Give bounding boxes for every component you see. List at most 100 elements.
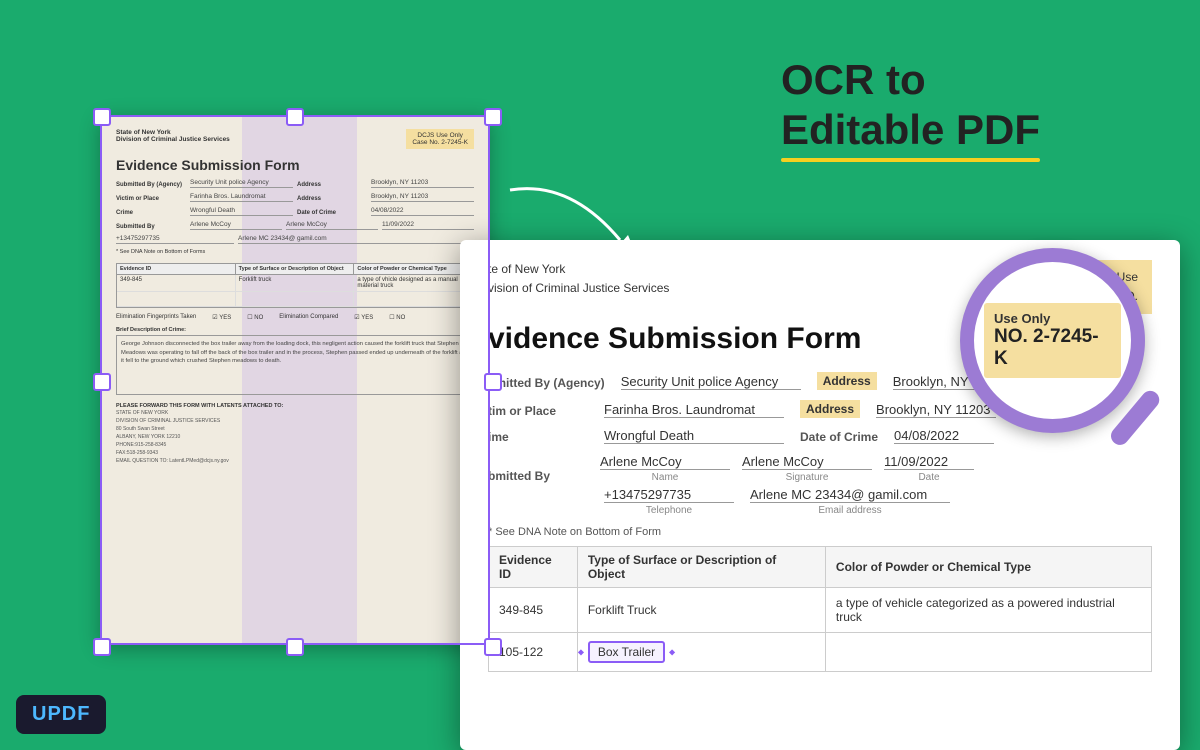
large-sig-value: Arlene McCoy <box>742 454 872 470</box>
small-td-color: a type of vhicle designed as a manual ma… <box>354 275 473 291</box>
small-sig-value: Arlene McCoy <box>286 221 378 230</box>
small-evidence-table: Evidence ID Type of Surface or Descripti… <box>116 263 474 308</box>
large-submitted-label: bmitted By (Agency) <box>488 376 605 390</box>
small-th-2: Type of Surface or Description of Object <box>236 264 355 274</box>
table-row <box>117 292 473 307</box>
small-dna-note: * See DNA Note on Bottom of Forms <box>116 249 474 255</box>
small-crime-label: Crime <box>116 210 186 216</box>
small-td-type: Forklift truck <box>236 275 355 291</box>
ocr-title-line1: OCR to <box>781 56 926 103</box>
small-date-value: 11/09/2022 <box>382 221 474 230</box>
small-email-value: Arlene MC 23434@ gamil.com <box>238 235 474 244</box>
small-submitted-value: Security Unit police Agency <box>190 179 293 188</box>
box-trailer-highlight: Box Trailer <box>588 641 665 663</box>
small-address-label1: Address <box>297 182 367 188</box>
small-description: George Johnson disconnected the box trai… <box>116 335 474 395</box>
handle-top-right[interactable] <box>484 108 502 126</box>
large-crime-value: Wrongful Death <box>604 428 784 444</box>
small-dcjs-label: DCJS Use Only <box>412 132 468 139</box>
large-sig-sublabel: Signature <box>742 472 872 483</box>
small-td-id: 349-845 <box>117 275 236 291</box>
small-address-block: STATE OF NEW YORK DIVISION OF CRIMINAL J… <box>116 409 474 465</box>
small-no-1: ☐ NO <box>247 314 263 321</box>
handle-bottom-right[interactable] <box>484 638 502 656</box>
small-desc-label: Brief Description of Crime: <box>116 327 474 333</box>
small-yes-2: ☑ YES <box>354 314 373 321</box>
large-address-label1: Address <box>817 372 877 390</box>
small-case-box: DCJS Use Only Case No. 2-7245-K <box>406 129 474 149</box>
handle-bottom-mid[interactable] <box>286 638 304 656</box>
large-address-label2: Address <box>800 400 860 418</box>
small-submitted-by2-label: Submitted By <box>116 224 186 230</box>
small-crime-value: Wrongful Death <box>190 207 293 216</box>
small-doc-content: State of New York Division of Criminal J… <box>102 117 488 477</box>
small-yes-1: ☑ YES <box>212 314 231 321</box>
large-email-sublabel: Email address <box>750 505 950 516</box>
large-date-sublabel: Date <box>884 472 974 483</box>
large-victim-value: Farinha Bros. Laundromat <box>604 402 784 418</box>
handle-left-mid[interactable] <box>93 373 111 391</box>
small-state: State of New York <box>116 129 230 136</box>
handle-top-left[interactable] <box>93 108 111 126</box>
large-phone-sublabel: Telephone <box>604 505 734 516</box>
small-document: State of New York Division of Criminal J… <box>100 115 490 645</box>
small-name-value: Arlene McCoy <box>190 221 282 230</box>
updf-logo: UPDF <box>16 695 106 734</box>
evidence-table: Evidence ID Type of Surface or Descripti… <box>488 546 1152 672</box>
large-phone-value: +13475297735 <box>604 487 734 503</box>
large-doc-label: Date of Crime <box>800 430 878 444</box>
small-address-value2: Brooklyn, NY 11203 <box>371 193 474 202</box>
small-division: Division of Criminal Justice Services <box>116 136 230 143</box>
small-doc-label: Date of Crime <box>297 210 367 216</box>
large-name-value: Arlene McCoy <box>600 454 730 470</box>
small-victim-value: Farinha Bros. Laundromat <box>190 193 293 202</box>
small-td-empty-type <box>236 292 355 306</box>
ocr-title: OCR to Editable PDF <box>781 55 1040 162</box>
handle-right-mid[interactable] <box>484 373 502 391</box>
small-td-empty-color <box>354 292 473 306</box>
table-row: 105-122 Box Trailer <box>489 633 1152 672</box>
large-submitted-value: Security Unit police Agency <box>621 374 801 390</box>
magnifier: Use Only NO. 2-7245-K <box>960 248 1170 458</box>
large-dna-note: * See DNA Note on Bottom of Form <box>488 526 1152 538</box>
magnifier-circle: Use Only NO. 2-7245-K <box>960 248 1145 433</box>
large-name-sublabel: Name <box>600 472 730 483</box>
small-phone-value: +13475297735 <box>116 235 234 244</box>
large-crime-label: ime <box>488 430 588 444</box>
large-td-color-2 <box>825 633 1151 672</box>
logo-df: DF <box>62 703 91 725</box>
small-checkbox-section: Elimination Fingerprints Taken ☑ YES ☐ N… <box>116 314 474 321</box>
large-th-1: Evidence ID <box>489 547 578 588</box>
title-underline <box>781 158 1040 162</box>
ocr-title-line2: Editable PDF <box>781 106 1040 153</box>
magnifier-use-only: Use Only <box>994 311 1111 326</box>
small-no-2: ☐ NO <box>389 314 405 321</box>
magnifier-case-number: NO. 2-7245-K <box>994 326 1111 370</box>
small-case-no: Case No. 2-7245-K <box>412 139 468 146</box>
small-form-title: Evidence Submission Form <box>116 157 474 173</box>
large-victim-label: tim or Place <box>488 404 588 418</box>
small-submitted-label: Submitted By (Agency) <box>116 182 186 188</box>
table-row: 349-845 Forklift Truck a type of vehicle… <box>489 588 1152 633</box>
handle-top-mid[interactable] <box>286 108 304 126</box>
handle-bottom-left[interactable] <box>93 638 111 656</box>
small-elim-compared-label: Elimination Compared <box>279 314 338 321</box>
small-address-value1: Brooklyn, NY 11203 <box>371 179 474 188</box>
large-td-id-1: 349-845 <box>489 588 578 633</box>
small-th-1: Evidence ID <box>117 264 236 274</box>
large-submitted-by2-label: bmitted By <box>488 469 588 483</box>
large-td-type-1: Forklift Truck <box>577 588 825 633</box>
small-elim-fp-label: Elimination Fingerprints Taken <box>116 314 196 321</box>
large-td-color-1: a type of vehicle categorized as a power… <box>825 588 1151 633</box>
small-td-empty-id <box>117 292 236 306</box>
table-row: 349-845 Forklift truck a type of vhicle … <box>117 275 473 292</box>
logo-up: UP <box>32 703 62 725</box>
magnifier-content: Use Only NO. 2-7245-K <box>974 293 1131 388</box>
large-th-2: Type of Surface or Description of Object <box>577 547 825 588</box>
large-email-value: Arlene MC 23434@ gamil.com <box>750 487 950 503</box>
small-th-3: Color of Powder or Chemical Type <box>354 264 473 274</box>
large-th-3: Color of Powder or Chemical Type <box>825 547 1151 588</box>
arrow-icon <box>490 170 650 290</box>
small-doc-value: 04/08/2022 <box>371 207 474 216</box>
small-victim-label: Victim or Place <box>116 196 186 202</box>
